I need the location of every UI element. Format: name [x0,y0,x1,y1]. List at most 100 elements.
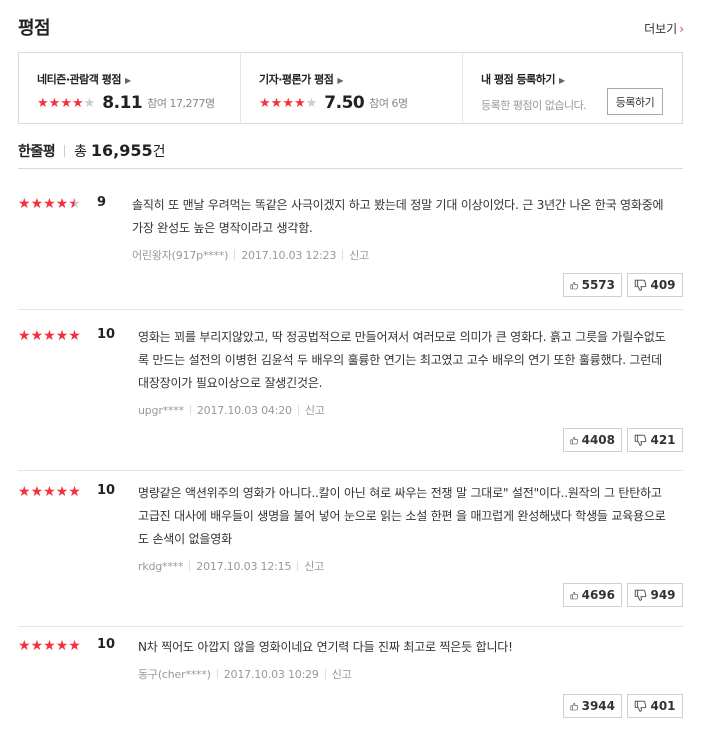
thumbs-down-icon [635,589,647,601]
star-icon: ★ [60,95,72,111]
dislike-button[interactable]: 949 [627,583,683,607]
my-rating: 내 평점 등록하기 ▶ 등록한 평점이 없습니다. 등록하기 [462,53,682,123]
star-icon: ★ [55,328,69,344]
review-score: 9 [97,195,107,210]
review-item: ★ ★ ★ ★ ★ 9 솔직히 또 맨날 우려먹는 똑같은 사극이겠지 하고 봤는데 정… [18,194,683,310]
review-author[interactable]: 어린왕자(917p****) [132,249,228,262]
page-title: 평점 [18,18,51,39]
triangle-right-icon: ▶ [559,76,565,85]
like-button[interactable]: 4408 [563,428,622,452]
critic-rating-label: 기자·평론가 평점 [259,73,334,86]
thumbs-up-icon [570,591,579,599]
star-icon: ★ [68,638,81,654]
more-link[interactable]: 더보기 › [644,20,684,37]
review-meta: rkdg**** 2017.10.03 12:15 신고 [138,555,673,578]
star-icon: ★ [305,95,318,111]
like-button[interactable]: 3944 [563,694,622,718]
star-icon: ★ [83,95,96,111]
star-icon: ★ [270,95,283,111]
thumbs-down-icon [635,279,647,291]
like-button[interactable]: 5573 [563,273,622,297]
star-icon: ★ [43,638,56,654]
my-rating-label: 내 평점 등록하기 [481,73,556,86]
like-count: 4696 [581,588,615,602]
star-icon: ★ [37,95,49,111]
dislike-button[interactable]: 401 [627,694,683,718]
review-date: 2017.10.03 10:29 [223,668,319,681]
star-icon: ★ [18,328,31,344]
thumbs-down-icon [635,700,647,712]
report-link[interactable]: 신고 [332,668,352,681]
thumbs-up-icon [570,702,579,710]
like-button[interactable]: 4696 [563,583,622,607]
star-icon: ★ [71,95,84,111]
my-rating-link[interactable]: 내 평점 등록하기 ▶ [481,71,682,87]
review-divider [18,470,683,471]
review-stars: ★ ★ ★ ★ ★ [18,329,81,343]
triangle-right-icon: ▶ [337,76,344,85]
netizen-stars: ★ ★ ★ ★ ★ [37,97,95,110]
register-rating-button[interactable]: 등록하기 [607,88,663,115]
report-link[interactable]: 신고 [349,249,369,262]
review-item: ★ ★ ★ ★ ★ 10 N차 찍어도 아깝지 않을 영화이네요 연기력 다들 진짜 최… [18,636,683,731]
star-icon: ★ [18,484,31,500]
review-author[interactable]: 동구(cher****) [138,668,211,681]
star-icon: ★ [18,638,31,654]
review-text: 솔직히 또 맨날 우려먹는 똑같은 사극이겠지 하고 봤는데 정말 기대 이상이… [132,198,664,235]
review-stars: ★ ★ ★ ★ ★ [18,639,81,653]
report-link[interactable]: 신고 [305,404,325,417]
star-icon: ★ [55,484,69,500]
star-icon: ★ [30,328,44,344]
star-icon: ★ [68,196,81,212]
star-icon: ★ [18,196,31,212]
review-meta: upgr**** 2017.10.03 04:20 신고 [138,399,673,422]
review-item: ★ ★ ★ ★ ★ 10 명량같은 액션위주의 영화가 아니다..칼이 아닌 혀로 싸우… [18,482,683,627]
star-icon: ★ [30,196,44,212]
like-count: 5573 [581,278,615,292]
netizen-participants: 참여 17,277명 [147,97,215,110]
divider [64,145,66,157]
review-meta: 어린왕자(917p****) 2017.10.03 12:23 신고 [132,244,673,267]
netizen-score: 8.11 [102,93,143,113]
star-icon: ★ [259,95,271,111]
dislike-button[interactable]: 421 [627,428,683,452]
critic-rating-link[interactable]: 기자·평론가 평점 ▶ [259,71,462,87]
like-count: 4408 [581,433,615,447]
triangle-right-icon: ▶ [124,76,131,85]
review-text: N차 찍어도 아깝지 않을 영화이네요 연기력 다들 진짜 최고로 찍은듯 합니… [138,640,513,654]
review-score: 10 [97,483,116,498]
review-date: 2017.10.03 12:15 [196,560,292,573]
review-score: 10 [97,637,116,652]
review-text: 영화는 꾀를 부리지않았고, 딱 정공법적으로 만들어져서 여러모로 의미가 큰… [138,330,666,390]
total-prefix: 총 [74,144,88,160]
thumbs-down-icon [635,434,647,446]
critic-score: 7.50 [324,93,365,113]
star-icon: ★ [282,95,294,111]
review-stars: ★ ★ ★ ★ ★ [18,485,81,499]
star-icon: ★ [43,196,56,212]
review-author[interactable]: rkdg**** [138,560,183,573]
star-icon: ★ [48,95,61,111]
star-icon: ★ [30,638,44,654]
dislike-count: 421 [650,433,676,447]
critic-stars: ★ ★ ★ ★ ★ [259,97,317,110]
netizen-rating-label: 네티즌·관람객 평점 [37,73,121,86]
more-label: 더보기 [644,22,678,36]
report-link[interactable]: 신고 [304,560,324,573]
review-item: ★ ★ ★ ★ ★ 10 영화는 꾀를 부리지않았고, 딱 정공법적으로 만들어져서 여… [18,326,683,471]
total-suffix: 건 [152,144,166,160]
review-author[interactable]: upgr**** [138,404,184,417]
star-icon: ★ [68,328,81,344]
star-icon: ★ [30,484,44,500]
dislike-count: 401 [650,699,676,713]
rating-summary: 네티즌·관람객 평점 ▶ ★ ★ ★ ★ ★ 8.11 참여 17,277명 기자·평론가… [18,52,683,124]
star-icon: ★ [43,328,56,344]
star-icon: ★ [55,196,69,212]
dislike-button[interactable]: 409 [627,273,683,297]
review-divider [18,309,683,310]
star-icon: ★ [293,95,306,111]
netizen-rating-link[interactable]: 네티즌·관람객 평점 ▶ [37,71,240,87]
review-divider [18,626,683,627]
thumbs-up-icon [570,281,579,289]
review-date: 2017.10.03 04:20 [196,404,292,417]
